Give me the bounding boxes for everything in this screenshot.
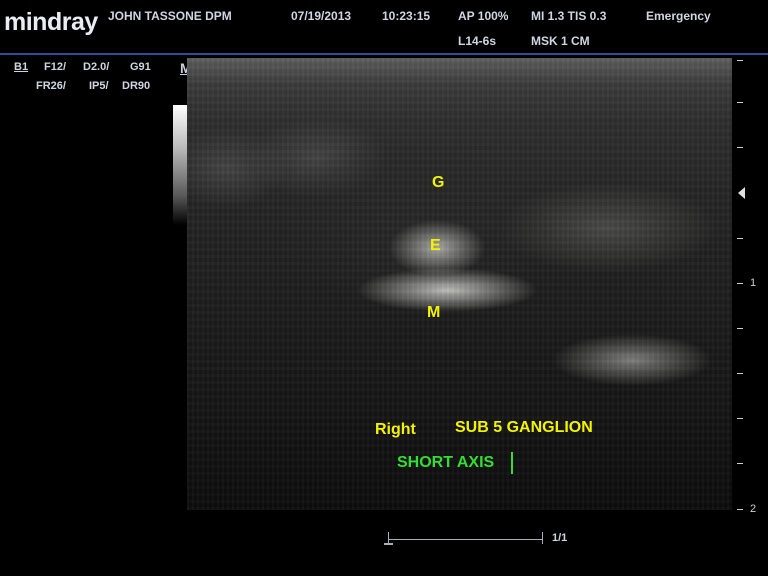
depth-tick <box>737 283 743 284</box>
mindray-logo: mindray <box>4 8 98 36</box>
annotation-e: E <box>430 237 441 254</box>
cine-start-foot <box>384 543 393 545</box>
depth-tick <box>737 60 743 61</box>
depth-label-2: 2 <box>750 503 757 515</box>
text-cursor <box>511 452 513 474</box>
b-mode-label: B1 <box>14 61 29 73</box>
depth-tick <box>737 373 743 374</box>
acoustic-power: AP 100% <box>458 9 509 23</box>
dynamic-range-param: DR90 <box>122 80 151 92</box>
frame-rate-param: FR26/ <box>36 80 66 92</box>
header-divider <box>0 53 768 55</box>
exam-preset: MSK 1 CM <box>531 34 590 48</box>
cine-end-handle[interactable] <box>542 532 543 544</box>
depth-tick <box>737 418 743 419</box>
mi-tis-indices: MI 1.3 TIS 0.3 <box>531 9 607 23</box>
depth-scale <box>742 58 743 510</box>
depth-tick <box>737 147 743 148</box>
focus-marker-icon[interactable] <box>738 187 745 199</box>
exam-date: 07/19/2013 <box>291 9 352 23</box>
exam-time: 10:23:15 <box>382 9 431 23</box>
exam-mode-label: Emergency <box>646 9 711 23</box>
annotation-g: G <box>432 174 445 191</box>
probe-model: L14-6s <box>458 34 497 48</box>
grayscale-bar <box>173 105 187 225</box>
cine-progress-bar[interactable] <box>388 539 543 540</box>
depth-tick <box>737 328 743 329</box>
depth-tick <box>737 463 743 464</box>
depth-tick <box>737 238 743 239</box>
depth-tick <box>737 102 743 103</box>
annotation-view[interactable]: SHORT AXIS <box>397 454 494 472</box>
depth-label-1: 1 <box>750 277 757 289</box>
image-process-param: IP5/ <box>89 80 109 92</box>
frequency-param: F12/ <box>44 61 67 73</box>
annotation-side: Right <box>375 421 416 438</box>
depth-param: D2.0/ <box>83 61 110 73</box>
ultrasound-image[interactable] <box>187 58 732 510</box>
gain-param: G91 <box>130 61 151 73</box>
annotation-m: M <box>427 304 441 321</box>
cine-frame-counter: 1/1 <box>552 532 568 544</box>
depth-tick <box>737 509 743 510</box>
annotation-title: SUB 5 GANGLION <box>455 419 593 436</box>
operator-name: JOHN TASSONE DPM <box>108 9 232 23</box>
